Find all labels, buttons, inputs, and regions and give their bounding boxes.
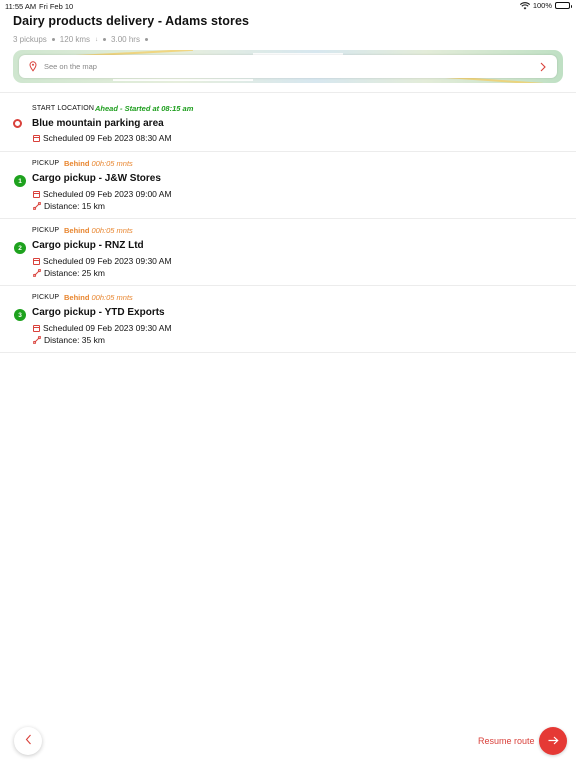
calendar-icon [33,257,40,265]
pickup-status: Behind 00h:05 mnts [64,226,133,235]
status-word: Behind [64,226,90,235]
pickup-label: PICKUP [32,160,60,167]
start-location-label: START LOCATION [32,105,95,112]
calendar-icon [33,324,40,332]
chevron-left-icon [25,732,32,750]
start-marker-icon [13,119,22,128]
battery-percent: 100% [532,1,552,10]
status-time-delay: 00h:05 mnts [91,293,133,302]
see-on-map-field[interactable]: See on the map [19,55,557,78]
pickup-distance-text: Distance: 15 km [44,201,105,211]
status-time-delay: 00h:05 mnts [91,159,133,168]
resume-route-label[interactable]: Resume route [478,736,535,746]
separator-dot [103,38,107,41]
status-right: 100% [519,1,572,10]
status-bar: 11:55 AM Fri Feb 10 100% [0,0,576,12]
back-button[interactable] [14,727,42,755]
start-scheduled: Scheduled 09 Feb 2023 08:30 AM [33,133,172,143]
separator-mark: ↓ [95,36,99,43]
page-title: Dairy products delivery - Adams stores [13,14,250,28]
pickup-item[interactable]: PICKUP Behind 00h:05 mnts 2 Cargo pickup… [0,219,576,285]
pickup-title: Cargo pickup - RNZ Ltd [32,240,144,251]
pickup-scheduled: Scheduled 09 Feb 2023 09:30 AM [33,256,172,266]
route-summary: 3 pickups 120 kms ↓ 3.00 hrs [13,35,148,44]
status-word: Behind [64,293,90,302]
calendar-icon [33,134,40,142]
pickup-distance-text: Distance: 35 km [44,335,105,345]
status-date: Fri Feb 10 [39,2,74,11]
pickup-scheduled: Scheduled 09 Feb 2023 09:30 AM [33,323,172,333]
status-word: Behind [64,159,90,168]
stop-number-badge: 2 [14,242,26,254]
pickup-scheduled-text: Scheduled 09 Feb 2023 09:00 AM [43,189,172,199]
status-time: 11:55 AM [5,2,37,11]
pickup-item[interactable]: PICKUP Behind 00h:05 mnts 3 Cargo pickup… [0,286,576,352]
start-scheduled-text: Scheduled 09 Feb 2023 08:30 AM [43,133,172,143]
pickup-title: Cargo pickup - J&W Stores [32,173,161,184]
route-icon [33,269,41,277]
route-icon [33,202,41,210]
pickup-status: Behind 00h:05 mnts [64,293,133,302]
start-title: Blue mountain parking area [32,118,164,129]
pickup-scheduled-text: Scheduled 09 Feb 2023 09:30 AM [43,323,172,333]
battery-icon [555,2,572,9]
status-time-delay: 00h:05 mnts [91,226,133,235]
see-on-map-label: See on the map [44,62,97,71]
pickup-scheduled: Scheduled 09 Feb 2023 09:00 AM [33,189,172,199]
map-preview[interactable]: See on the map [13,50,563,83]
chevron-right-icon [538,61,548,73]
stop-number-badge: 1 [14,175,26,187]
pickup-count: 3 pickups [13,35,47,44]
location-pin-icon [28,61,38,73]
pickup-distance: Distance: 35 km [33,335,105,345]
pickup-status: Behind 00h:05 mnts [64,159,133,168]
pickup-distance: Distance: 25 km [33,268,105,278]
pickup-label: PICKUP [32,227,60,234]
separator-dot [51,38,55,41]
pickup-title: Cargo pickup - YTD Exports [32,307,165,318]
pickup-item[interactable]: PICKUP Behind 00h:05 mnts 1 Cargo pickup… [0,152,576,218]
calendar-icon [33,190,40,198]
route-duration: 3.00 hrs [111,35,140,44]
route-distance: 120 kms [59,35,91,44]
separator-dot [144,38,148,41]
wifi-icon [519,1,530,10]
pickup-label: PICKUP [32,294,60,301]
arrow-right-icon [548,732,559,750]
pickup-distance: Distance: 15 km [33,201,105,211]
stop-number-badge: 3 [14,309,26,321]
start-status: Ahead - Started at 08:15 am [95,104,194,113]
resume-route-button[interactable] [539,727,567,755]
divider [0,352,576,353]
map-road [113,79,253,81]
route-icon [33,336,41,344]
start-location-item[interactable]: START LOCATION Ahead - Started at 08:15 … [0,93,576,151]
pickup-distance-text: Distance: 25 km [44,268,105,278]
pickup-scheduled-text: Scheduled 09 Feb 2023 09:30 AM [43,256,172,266]
